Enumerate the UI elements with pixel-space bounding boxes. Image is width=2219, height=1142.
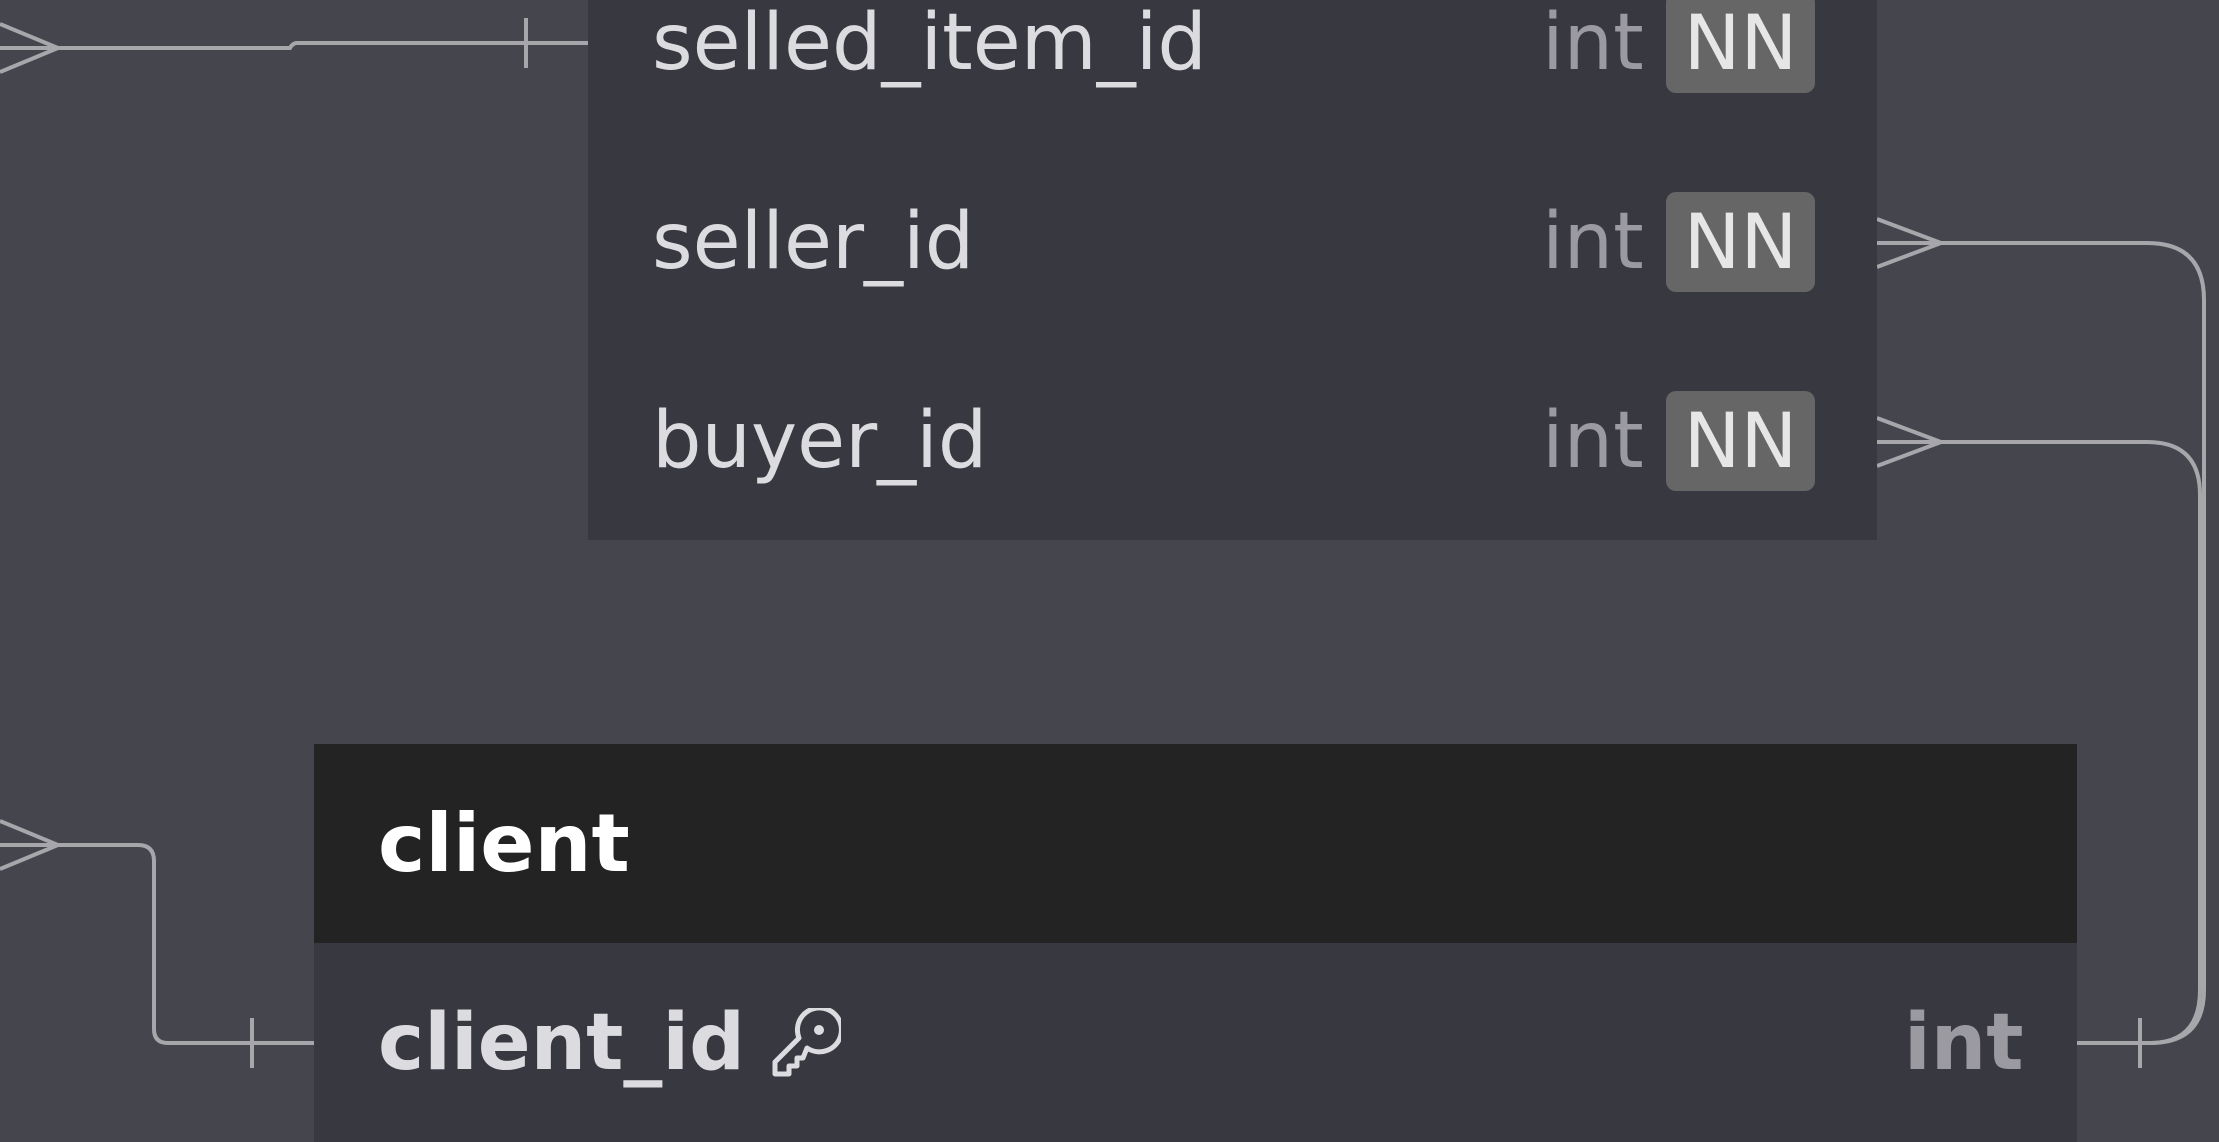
column-type: int [1542,196,1644,287]
column-name: seller_id [652,196,975,287]
table-client-body: client_id int [314,943,2077,1142]
column-row-client-id[interactable]: client_id int [314,943,2077,1142]
not-null-badge: NN [1666,390,1815,491]
key-icon [772,1007,841,1076]
column-type: int [1542,0,1644,88]
column-row-seller-id[interactable]: seller_id int NN [588,142,1877,341]
column-type: int [1904,997,2024,1088]
column-name: buyer_id [652,395,988,486]
table-client[interactable]: client client_id int [314,744,2077,1142]
relationship-line-selled-item[interactable] [0,18,588,74]
table-sale-body: selled_item_id int NN seller_id int NN b… [588,0,1877,540]
column-name: client_id [378,997,745,1088]
table-header[interactable]: client [314,744,2077,943]
relationship-line-client-left[interactable] [0,819,314,1068]
table-title: client [378,797,630,890]
primary-key-column-name: client_id [378,998,841,1088]
column-row-selled-item-id[interactable]: selled_item_id int NN [588,0,1877,142]
column-name: selled_item_id [652,0,1207,88]
diagram-canvas[interactable]: selled_item_id int NN seller_id int NN b… [0,0,2219,1142]
table-sale[interactable]: selled_item_id int NN seller_id int NN b… [588,0,1877,540]
not-null-badge: NN [1666,0,1815,93]
column-type: int [1542,395,1644,486]
column-row-buyer-id[interactable]: buyer_id int NN [588,341,1877,540]
not-null-badge: NN [1666,191,1815,292]
